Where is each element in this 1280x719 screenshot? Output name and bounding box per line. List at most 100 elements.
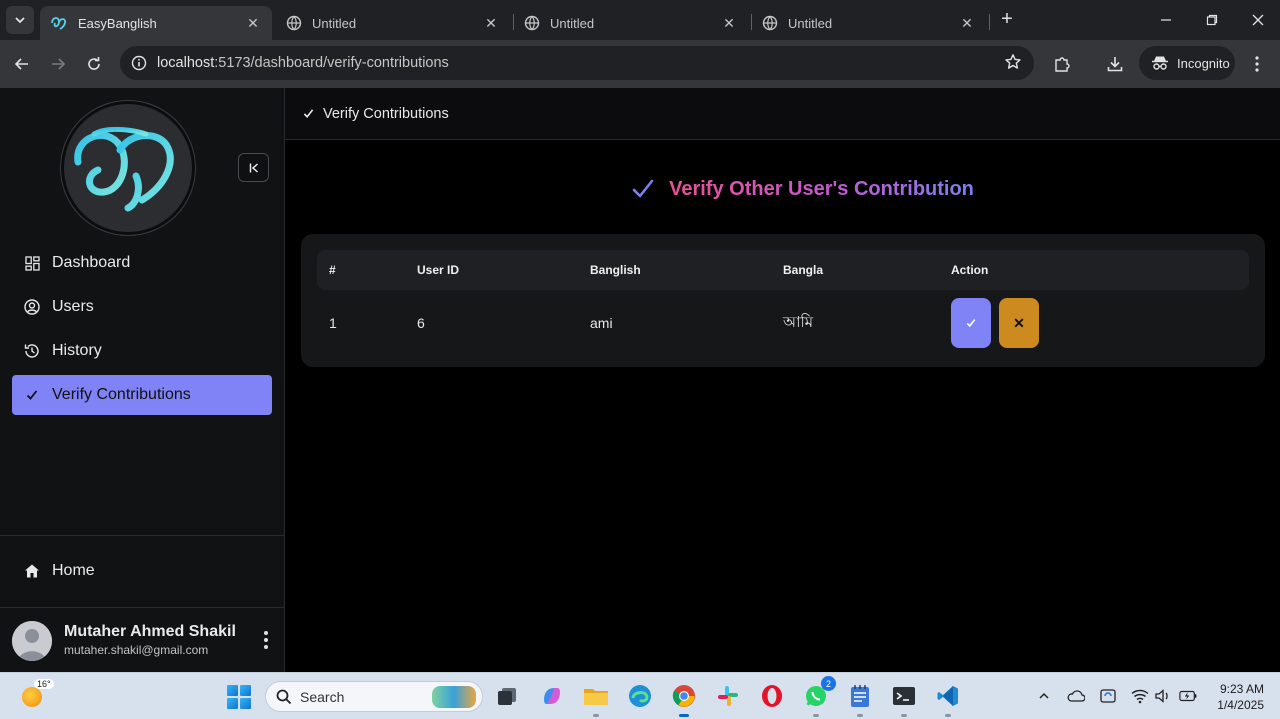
sidebar-item-home[interactable]: Home (12, 551, 272, 591)
sidebar-item-verify-contributions[interactable]: Verify Contributions (12, 375, 272, 415)
volume-icon[interactable] (1154, 687, 1172, 705)
avatar[interactable] (12, 621, 52, 661)
reject-button[interactable]: ✕ (999, 298, 1039, 348)
tab-untitled-2[interactable]: Untitled ✕ (514, 6, 748, 40)
weather-sun-icon (22, 687, 42, 707)
search-placeholder: Search (300, 688, 345, 705)
forward-button[interactable] (46, 52, 70, 76)
extensions-button[interactable] (1050, 52, 1074, 76)
start-button[interactable] (227, 685, 251, 709)
sidebar-item-label: Dashboard (52, 254, 131, 271)
slack-app[interactable] (714, 682, 742, 710)
minimize-button[interactable] (1154, 8, 1178, 32)
whatsapp-app[interactable]: 2 (802, 676, 836, 717)
history-icon (24, 343, 40, 359)
task-view-button[interactable] (493, 682, 521, 710)
weather-widget[interactable]: 16° (20, 679, 54, 709)
tab-untitled-1[interactable]: Untitled ✕ (276, 6, 510, 40)
bookmark-star-icon[interactable] (1004, 53, 1022, 76)
edge-icon (629, 685, 651, 707)
weather-temperature: 16° (34, 679, 54, 689)
check-icon (966, 319, 976, 328)
terminal-app[interactable] (890, 682, 918, 717)
sync-icon[interactable] (1099, 687, 1117, 705)
restore-button[interactable] (1200, 8, 1224, 32)
puzzle-icon (1055, 57, 1070, 72)
vscode-app[interactable] (934, 682, 962, 717)
sidebar-item-label: History (52, 342, 102, 359)
incognito-indicator[interactable]: Incognito (1139, 46, 1235, 80)
sidebar-item-history[interactable]: History (12, 331, 272, 371)
url-host: localhost (157, 55, 215, 71)
task-view-icon (498, 688, 516, 705)
tab-search-button[interactable] (6, 6, 34, 34)
copilot-app[interactable] (538, 682, 566, 710)
browser-menu-button[interactable] (1245, 52, 1269, 76)
new-tab-button[interactable]: + (996, 9, 1018, 31)
back-button[interactable] (10, 52, 34, 76)
onedrive-icon[interactable] (1067, 687, 1085, 705)
notepad-app[interactable] (846, 682, 874, 717)
contributions-table-card: # User ID Banglish Bangla Action 1 6 ami… (301, 234, 1265, 367)
chrome-app[interactable] (670, 682, 698, 717)
show-hidden-icons-button[interactable] (1035, 687, 1053, 705)
chevron-up-icon (1039, 692, 1049, 699)
close-tab-icon[interactable]: ✕ (720, 15, 738, 32)
running-indicator (945, 714, 951, 717)
app-logo[interactable] (61, 101, 195, 235)
edge-app[interactable] (626, 682, 654, 710)
search-icon (276, 689, 292, 704)
tab-title: Untitled (550, 15, 595, 31)
site-info-icon[interactable] (130, 54, 148, 72)
sidebar-item-label: Verify Contributions (52, 386, 191, 403)
more-vertical-icon (1255, 56, 1259, 72)
user-email: mutaher.shakil@gmail.com (64, 643, 209, 657)
clock-time: 9:23 AM (1219, 682, 1264, 696)
downloads-button[interactable] (1103, 52, 1127, 76)
check-icon (632, 179, 654, 198)
close-window-button[interactable] (1246, 8, 1270, 32)
sidebar-item-dashboard[interactable]: Dashboard (12, 243, 272, 283)
globe-icon (762, 15, 778, 31)
browser-tab-bar: EasyBanglish ✕ Untitled ✕ Untitled ✕ Unt… (0, 0, 1280, 40)
taskbar-search[interactable]: Search (265, 681, 483, 712)
running-indicator (857, 714, 863, 717)
cell-banglish: ami (590, 315, 613, 331)
file-explorer-app[interactable] (582, 682, 610, 717)
address-bar[interactable]: localhost:5173/dashboard/verify-contribu… (120, 46, 1034, 80)
wifi-icon[interactable] (1131, 687, 1149, 705)
tab-title: Untitled (788, 15, 833, 31)
running-indicator (593, 714, 599, 717)
breadcrumb-label: Verify Contributions (323, 105, 449, 122)
easybanglish-logo-icon (74, 126, 174, 212)
close-tab-icon[interactable]: ✕ (244, 15, 262, 32)
system-clock[interactable]: 9:23 AM 1/4/2025 (1206, 681, 1264, 713)
clock-date: 1/4/2025 (1217, 698, 1264, 712)
sidebar-item-label: Users (52, 298, 94, 315)
battery-icon[interactable] (1179, 687, 1197, 705)
globe-icon (524, 15, 540, 31)
incognito-label: Incognito (1177, 55, 1230, 71)
search-highlight-image (432, 686, 476, 708)
easybanglish-favicon-icon (51, 17, 67, 30)
terminal-icon (893, 687, 915, 705)
cell-bangla: আমি (783, 312, 814, 331)
vscode-icon (937, 686, 958, 706)
notepad-icon (851, 685, 869, 707)
opera-icon (762, 685, 782, 707)
tab-untitled-3[interactable]: Untitled ✕ (752, 6, 986, 40)
approve-button[interactable] (951, 298, 991, 348)
breadcrumb: Verify Contributions (285, 88, 1280, 140)
tab-title: Untitled (312, 15, 357, 31)
collapse-sidebar-button[interactable] (238, 153, 269, 182)
close-tab-icon[interactable]: ✕ (958, 15, 976, 32)
close-tab-icon[interactable]: ✕ (482, 15, 500, 32)
user-menu-button[interactable] (258, 629, 274, 651)
folder-icon (584, 689, 608, 705)
sidebar-item-users[interactable]: Users (12, 287, 272, 327)
chevron-down-icon (15, 17, 25, 24)
reload-button[interactable] (82, 52, 106, 76)
reload-icon (88, 57, 100, 70)
opera-app[interactable] (758, 682, 786, 710)
tab-easybanglish[interactable]: EasyBanglish ✕ (40, 6, 272, 40)
